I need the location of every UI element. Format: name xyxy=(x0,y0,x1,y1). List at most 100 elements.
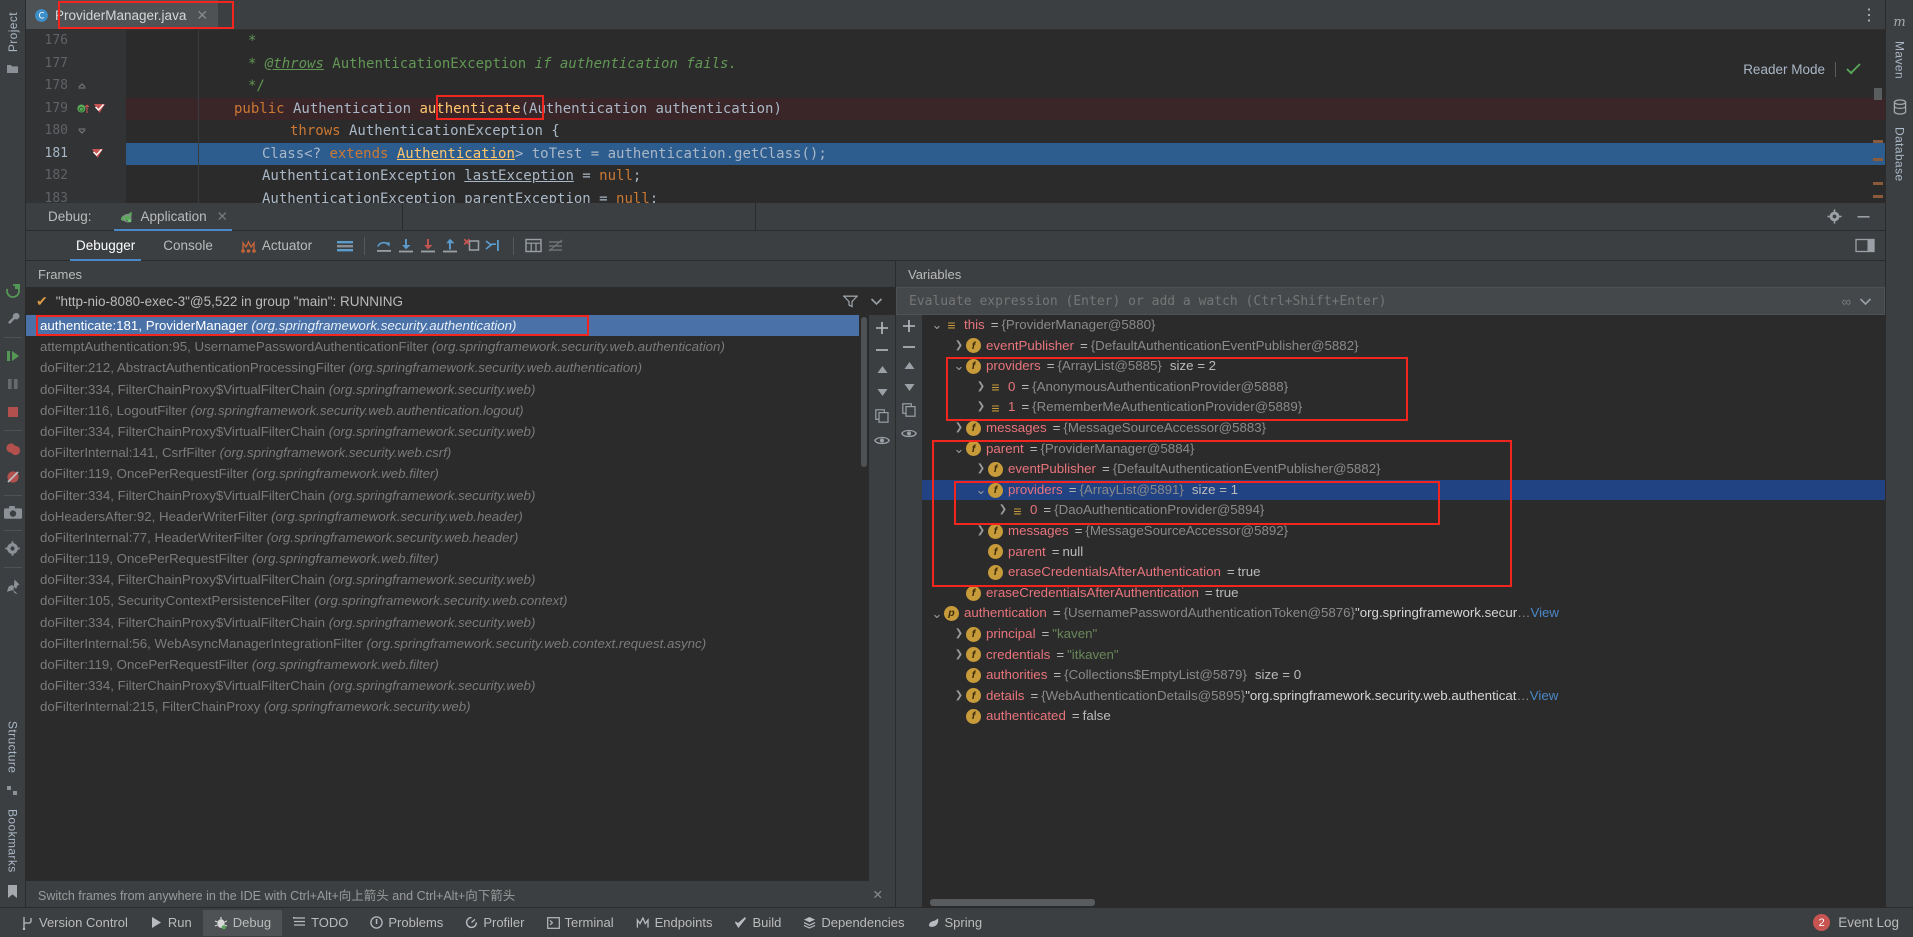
project-folder-icon[interactable] xyxy=(6,62,19,75)
drop-frame-icon[interactable] xyxy=(461,238,483,254)
frame-row[interactable]: doHeadersAfter:92, HeaderWriterFilter (o… xyxy=(26,506,859,527)
frame-row[interactable]: doFilter:212, AbstractAuthenticationProc… xyxy=(26,357,859,378)
frames-scrollbar[interactable] xyxy=(859,315,869,881)
step-into-icon[interactable] xyxy=(395,238,417,254)
history-icon[interactable]: ∞ xyxy=(1842,294,1859,309)
add-watch-icon[interactable] xyxy=(875,321,889,335)
chevron-right-icon[interactable]: ❯ xyxy=(952,645,966,666)
variable-row[interactable]: ❯ ≡ 1 = {RememberMeAuthenticationProvider@58… xyxy=(922,397,1885,418)
tab-debugger[interactable]: Debugger xyxy=(62,231,149,261)
frame-row[interactable]: doFilter:334, FilterChainProxy$VirtualFi… xyxy=(26,421,859,442)
variable-row[interactable]: f authorities = {Collections$EmptyList@5879… xyxy=(922,665,1885,686)
frame-row[interactable]: doFilterInternal:215, FilterChainProxy (… xyxy=(26,696,859,717)
frame-row[interactable]: doFilterInternal:56, WebAsyncManagerInte… xyxy=(26,633,859,654)
variable-row[interactable]: ❯ f details = {WebAuthenticationDetails@5895… xyxy=(922,686,1885,707)
reader-mode-indicator[interactable]: Reader Mode xyxy=(1743,62,1863,77)
editor-scrollbar-thumb[interactable] xyxy=(1874,88,1882,100)
fold-up-icon[interactable] xyxy=(77,81,87,91)
view-breakpoints-icon[interactable] xyxy=(4,441,22,457)
variable-row[interactable]: f parent = null xyxy=(922,542,1885,563)
chevron-down-icon[interactable] xyxy=(1859,297,1884,306)
override-method-icon[interactable]: O xyxy=(77,102,90,115)
tab-console[interactable]: Console xyxy=(149,231,227,261)
fold-down-icon[interactable] xyxy=(77,126,87,136)
chevron-down-icon[interactable]: ⌄ xyxy=(952,359,966,372)
chevron-right-icon[interactable]: ❯ xyxy=(952,686,966,707)
variable-row[interactable]: f authenticated = false xyxy=(922,706,1885,727)
variable-row[interactable]: ❯ f eventPublisher = {DefaultAuthenticationE… xyxy=(922,459,1885,480)
chevron-right-icon[interactable]: ❯ xyxy=(952,336,966,357)
add-watch-icon[interactable] xyxy=(902,319,916,333)
frame-row[interactable]: doFilter:119, OncePerRequestFilter (org.… xyxy=(26,654,859,675)
bookmark-icon[interactable] xyxy=(7,885,18,899)
status-bar-item-todo[interactable]: TODO xyxy=(282,910,359,936)
filter-icon[interactable] xyxy=(843,295,858,308)
chevron-down-icon[interactable] xyxy=(870,297,883,306)
variable-row[interactable]: ❯ ≡ 0 = {DaoAuthenticationProvider@5894} xyxy=(922,500,1885,521)
remove-watch-icon[interactable] xyxy=(902,344,916,350)
frame-row[interactable]: authenticate:181, ProviderManager (org.s… xyxy=(26,315,859,337)
code-editor[interactable]: 176 177 178 179 O 180 181 182 183 * * @t… xyxy=(26,30,1885,203)
pin-icon[interactable] xyxy=(5,578,21,595)
restore-layout-icon[interactable] xyxy=(1855,238,1875,253)
run-to-cursor-icon[interactable] xyxy=(483,238,505,254)
editor-error-stripe[interactable] xyxy=(1873,195,1883,198)
gear-icon[interactable] xyxy=(1827,209,1842,224)
chevron-down-icon[interactable]: ⌄ xyxy=(974,483,988,496)
pause-program-icon[interactable] xyxy=(5,376,21,392)
variables-tree[interactable]: ⌄ ≡ this = {ProviderManager@5880} ❯ f eventPubl… xyxy=(922,315,1885,907)
chevron-right-icon[interactable]: ❯ xyxy=(952,418,966,439)
status-bar-item-profiler[interactable]: Profiler xyxy=(454,910,535,936)
minimize-icon[interactable] xyxy=(1856,209,1871,224)
close-icon[interactable]: ✕ xyxy=(196,7,208,24)
status-bar-item-run[interactable]: Run xyxy=(139,910,203,936)
variable-row[interactable]: f eraseCredentialsAfterAuthentication = tru… xyxy=(922,583,1885,604)
variables-hscrollbar[interactable] xyxy=(922,898,1885,907)
step-over-icon[interactable] xyxy=(373,238,395,254)
breakpoint-icon[interactable] xyxy=(91,147,104,160)
tool-window-maven[interactable]: Maven xyxy=(1893,35,1907,85)
chevron-right-icon[interactable]: ❯ xyxy=(996,500,1010,521)
breakpoint-icon[interactable] xyxy=(93,102,106,115)
inspections-ok-icon[interactable] xyxy=(1846,62,1863,77)
frame-row[interactable]: doFilter:334, FilterChainProxy$VirtualFi… xyxy=(26,612,859,633)
status-bar-item-endpoints[interactable]: Endpoints xyxy=(625,910,724,936)
frame-row[interactable]: doFilter:334, FilterChainProxy$VirtualFi… xyxy=(26,569,859,590)
tool-window-database[interactable]: Database xyxy=(1893,121,1907,188)
frame-row[interactable]: doFilter:334, FilterChainProxy$VirtualFi… xyxy=(26,485,859,506)
frame-row[interactable]: doFilterInternal:77, HeaderWriterFilter … xyxy=(26,527,859,548)
frame-row[interactable]: attemptAuthentication:95, UsernamePasswo… xyxy=(26,336,859,357)
view-link[interactable]: View xyxy=(1530,603,1559,624)
variable-row[interactable]: ❯ f principal = "kaven" xyxy=(922,624,1885,645)
variable-row[interactable]: ❯ f eventPublisher = {DefaultAuthenticationE… xyxy=(922,336,1885,357)
move-up-icon[interactable] xyxy=(876,365,889,375)
status-bar-item-problems[interactable]: Problems xyxy=(359,910,454,936)
variable-row[interactable]: ❯ f credentials = "itkaven" xyxy=(922,645,1885,666)
force-step-into-icon[interactable] xyxy=(417,238,439,254)
rerun-icon[interactable] xyxy=(5,283,21,299)
status-bar-item-debug[interactable]: Debug xyxy=(202,909,283,936)
status-bar-item-build[interactable]: Build xyxy=(723,910,792,936)
thread-selector[interactable]: ✔ "http-nio-8080-exec-3"@5,522 in group … xyxy=(26,287,895,315)
maven-icon[interactable]: m xyxy=(1891,14,1908,29)
evaluate-expression-input[interactable] xyxy=(897,293,1842,309)
close-icon[interactable]: ✕ xyxy=(217,209,228,225)
chevron-right-icon[interactable]: ❯ xyxy=(974,521,988,542)
resume-program-icon[interactable] xyxy=(5,348,21,364)
structure-icon[interactable] xyxy=(6,785,19,797)
frames-list[interactable]: authenticate:181, ProviderManager (org.s… xyxy=(26,315,859,881)
status-bar-item-version-control[interactable]: Version Control xyxy=(10,910,139,936)
mute-breakpoints-toolbar-icon[interactable] xyxy=(544,238,566,253)
eye-icon[interactable] xyxy=(874,435,890,446)
chevron-right-icon[interactable]: ❯ xyxy=(974,377,988,398)
move-up-icon[interactable] xyxy=(903,361,916,371)
settings-gear-icon[interactable] xyxy=(4,541,21,557)
tool-window-project[interactable]: Project xyxy=(6,6,20,58)
evaluate-expression-row[interactable]: ∞ xyxy=(896,287,1885,315)
move-down-icon[interactable] xyxy=(876,387,889,397)
variable-row[interactable]: ⌄ f parent = {ProviderManager@5884} xyxy=(922,439,1885,460)
layout-settings-icon[interactable] xyxy=(334,239,356,253)
chevron-down-icon[interactable]: ⌄ xyxy=(952,442,966,455)
database-icon[interactable] xyxy=(1892,99,1908,115)
tab-actuator[interactable]: Actuator xyxy=(227,231,326,261)
